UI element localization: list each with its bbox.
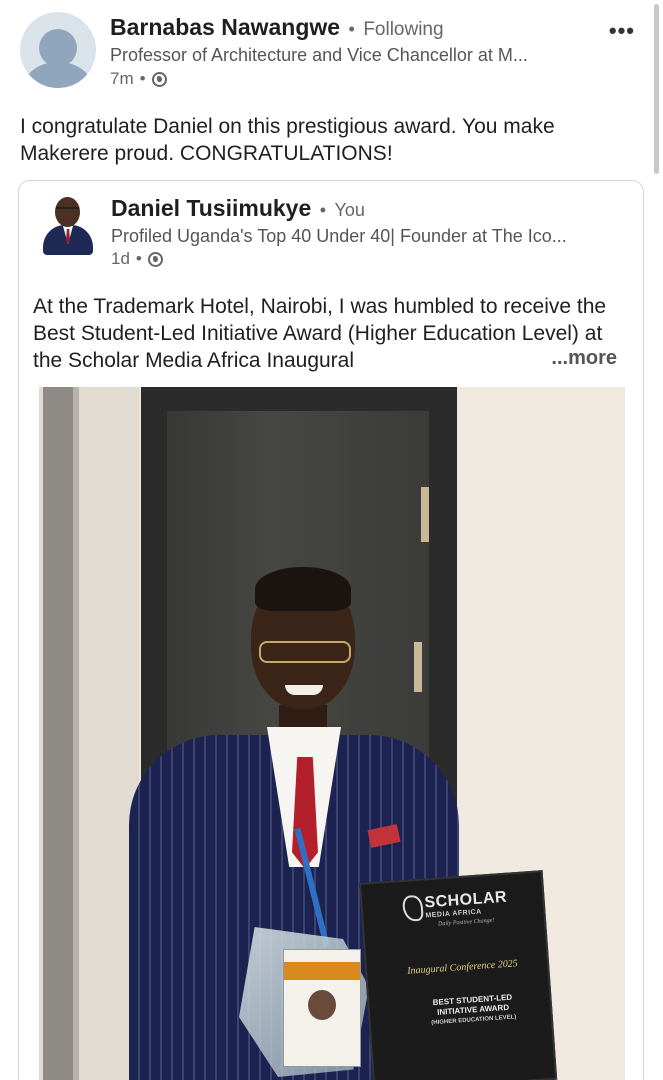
- badge-photo: [308, 990, 336, 1020]
- see-more-link[interactable]: ...more: [531, 347, 617, 370]
- post-header: Barnabas Nawangwe • Following Professor …: [0, 0, 663, 100]
- folder-conference: Inaugural Conference 2025: [406, 958, 519, 977]
- post-meta: 7m •: [110, 69, 167, 89]
- separator-dot: •: [139, 69, 146, 88]
- avatar-glasses: [56, 207, 79, 212]
- name-badge: [283, 949, 361, 1067]
- person-smile: [285, 685, 323, 695]
- post-photo[interactable]: SCHOLAR MEDIA AFRICA Daily Positive Chan…: [39, 387, 625, 1080]
- shared-author-name[interactable]: Daniel Tusiimukye: [111, 195, 311, 221]
- linkedin-post-view: Barnabas Nawangwe • Following Professor …: [0, 0, 663, 1080]
- avatar-placeholder-body: [25, 62, 91, 88]
- avatar-head: [55, 197, 80, 227]
- follow-status: Following: [363, 19, 444, 40]
- photo-pillar: [43, 387, 75, 1080]
- badge-stripe: [284, 962, 360, 980]
- reshared-post-card[interactable]: Daniel Tusiimukye • You Profiled Uganda'…: [18, 180, 644, 1080]
- author-name[interactable]: Barnabas Nawangwe: [110, 14, 340, 40]
- africa-map-icon: [402, 894, 424, 922]
- post-commentary: I congratulate Daniel on this prestigiou…: [20, 115, 555, 165]
- separator-dot: •: [348, 19, 355, 39]
- shared-post-meta: 1d •: [111, 249, 163, 269]
- author-headline: Professor of Architecture and Vice Chanc…: [110, 45, 528, 65]
- separator-dot: •: [135, 249, 142, 268]
- shared-author-name-line: Daniel Tusiimukye • You: [111, 195, 365, 222]
- shared-post-time: 1d: [111, 249, 130, 268]
- more-options-icon[interactable]: •••: [609, 18, 635, 44]
- relation-label: You: [334, 200, 365, 220]
- award-certificate-folder: SCHOLAR MEDIA AFRICA Daily Positive Chan…: [359, 870, 558, 1080]
- globe-icon: [151, 71, 167, 87]
- globe-icon: [147, 251, 163, 267]
- door-hinge: [421, 487, 429, 542]
- person-glasses: [259, 641, 351, 663]
- author-avatar[interactable]: [20, 12, 96, 88]
- folder-tagline: Daily Positive Change!: [437, 917, 495, 928]
- photo-pillar-edge: [73, 387, 79, 1080]
- post-time: 7m: [110, 69, 134, 88]
- separator-dot: •: [319, 200, 327, 220]
- author-name-line: Barnabas Nawangwe • Following: [110, 14, 444, 41]
- shared-author-headline: Profiled Uganda's Top 40 Under 40| Found…: [111, 226, 567, 246]
- shared-author-avatar[interactable]: [39, 193, 97, 255]
- door-hinge: [414, 642, 422, 692]
- person-hair: [255, 567, 351, 611]
